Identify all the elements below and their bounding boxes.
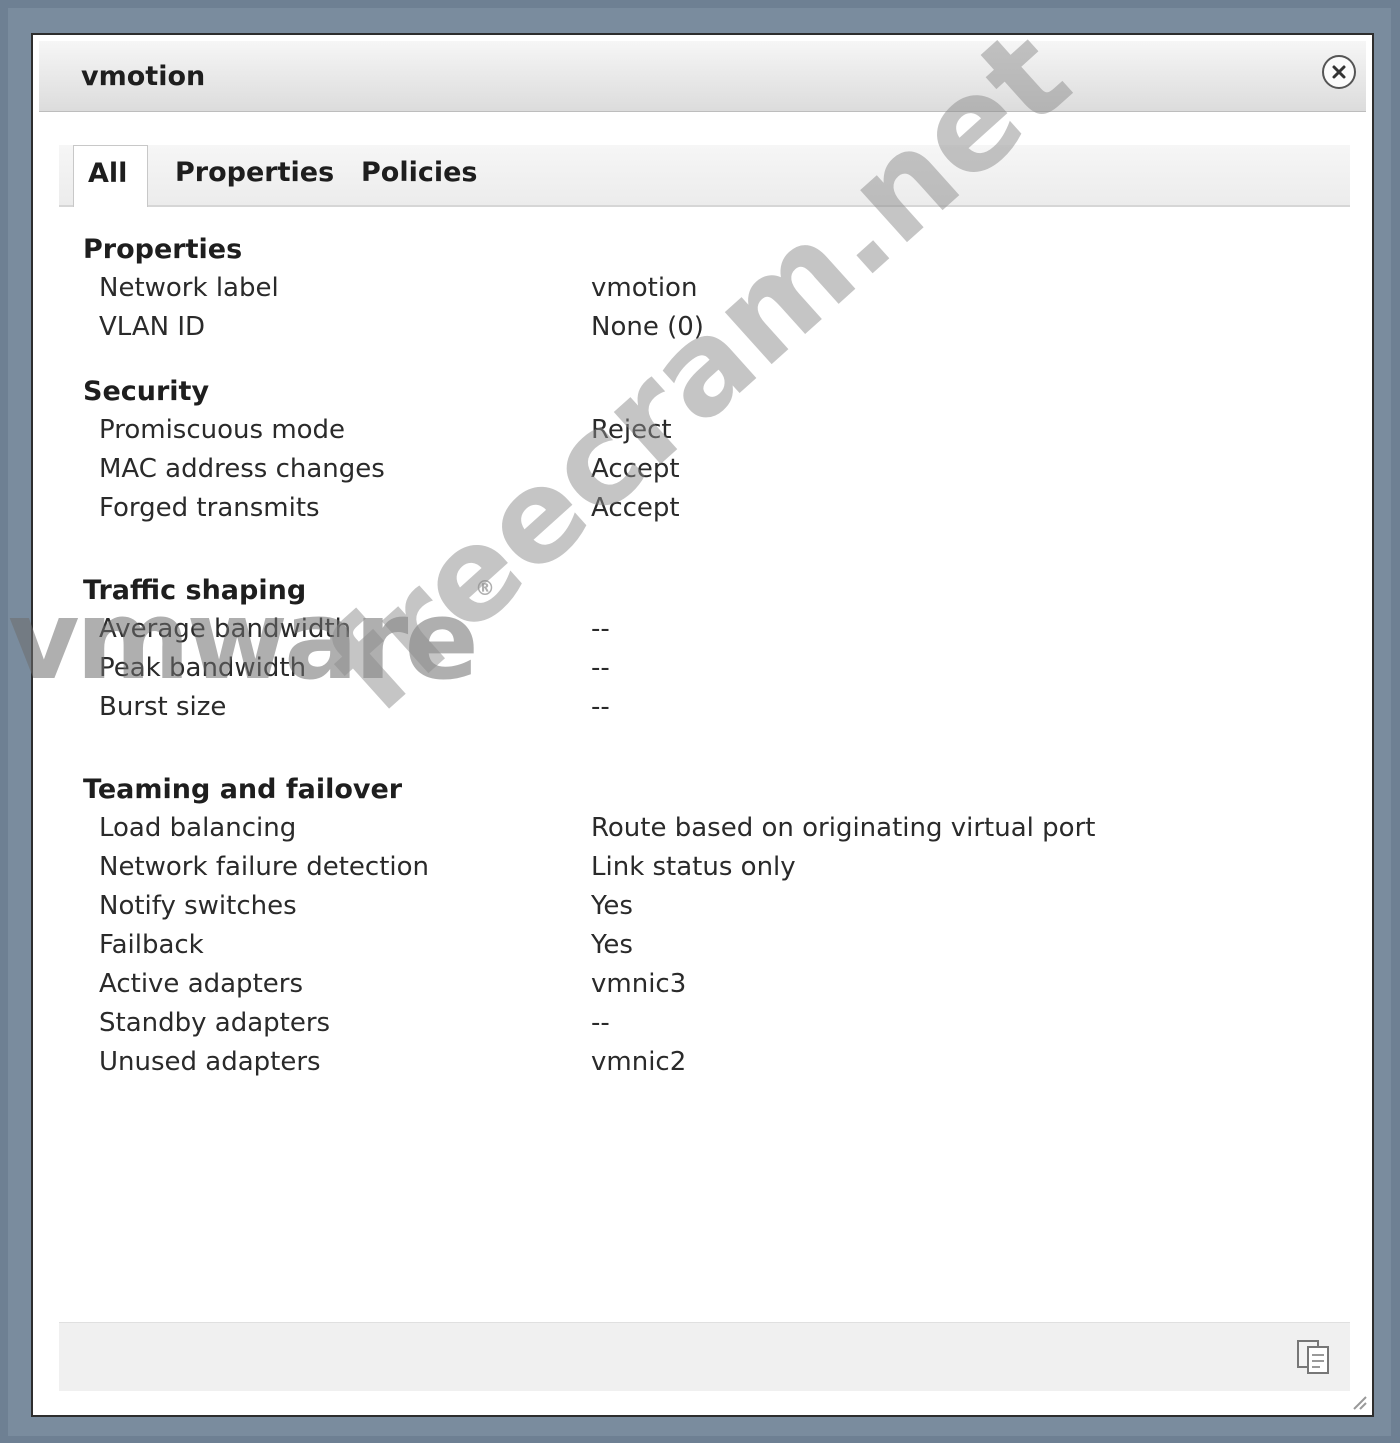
list-item: Burst size -- — [83, 688, 1283, 727]
list-item: Active adapters vmnic3 — [83, 965, 1283, 1004]
row-value: vmnic2 — [591, 1047, 687, 1077]
list-item: Network failure detection Link status on… — [83, 848, 1283, 887]
list-item: Unused adapters vmnic2 — [83, 1043, 1283, 1082]
dialog-footer — [59, 1322, 1350, 1391]
tab-policies-label: Policies — [361, 157, 478, 188]
list-item: Average bandwidth -- — [83, 610, 1283, 649]
list-item: Standby adapters -- — [83, 1004, 1283, 1043]
list-item: Forged transmits Accept — [83, 489, 1283, 528]
row-value: Link status only — [591, 852, 796, 882]
list-item: MAC address changes Accept — [83, 450, 1283, 489]
tab-all[interactable]: All — [73, 145, 149, 207]
section-teaming-failover: Teaming and failover Load balancing Rout… — [83, 771, 1283, 1082]
row-label: Load balancing — [99, 813, 297, 843]
list-item: Notify switches Yes — [83, 887, 1283, 926]
row-label: Average bandwidth — [99, 614, 352, 644]
list-item: Failback Yes — [83, 926, 1283, 965]
row-label: Standby adapters — [99, 1008, 331, 1038]
list-item: Load balancing Route based on originatin… — [83, 809, 1283, 848]
row-label: Notify switches — [99, 891, 297, 921]
dialog-titlebar: vmotion — [39, 41, 1366, 112]
list-item: Network label vmotion — [83, 269, 1283, 308]
row-label: Active adapters — [99, 969, 303, 999]
row-label: Forged transmits — [99, 493, 320, 523]
row-value: -- — [591, 653, 610, 683]
copy-icon — [1297, 1340, 1329, 1374]
row-value: -- — [591, 1008, 610, 1038]
row-value: Yes — [591, 930, 633, 960]
section-title: Traffic shaping — [83, 575, 307, 606]
resize-grip-icon — [1353, 1396, 1367, 1410]
list-item: Promiscuous mode Reject — [83, 411, 1283, 450]
tab-properties-label: Properties — [175, 157, 335, 188]
section-title: Teaming and failover — [83, 774, 403, 805]
tab-policies[interactable]: Policies — [361, 157, 478, 188]
row-label: Network failure detection — [99, 852, 430, 882]
row-value: Route based on originating virtual port — [591, 813, 1096, 843]
row-value: None (0) — [591, 312, 704, 342]
section-traffic-shaping: Traffic shaping Average bandwidth -- Pea… — [83, 572, 1283, 727]
list-item: Peak bandwidth -- — [83, 649, 1283, 688]
copy-button[interactable] — [1294, 1337, 1334, 1377]
section-security: Security Promiscuous mode Reject MAC add… — [83, 373, 1283, 528]
row-value: Reject — [591, 415, 672, 445]
row-label: Failback — [99, 930, 204, 960]
row-label: Peak bandwidth — [99, 653, 307, 683]
resize-grip[interactable] — [1350, 1393, 1368, 1411]
dialog-title: vmotion — [81, 61, 206, 92]
row-label: Promiscuous mode — [99, 415, 346, 445]
row-label: VLAN ID — [99, 312, 206, 342]
row-value: -- — [591, 692, 610, 722]
details-content: Properties Network label vmotion VLAN ID… — [83, 231, 1283, 1082]
row-label: Unused adapters — [99, 1047, 321, 1077]
row-value: Accept — [591, 454, 680, 484]
section-title: Security — [83, 376, 210, 407]
close-button[interactable] — [1322, 55, 1356, 89]
section-title: Properties — [83, 234, 243, 265]
row-value: -- — [591, 614, 610, 644]
row-value: vmnic3 — [591, 969, 687, 999]
row-value: Accept — [591, 493, 680, 523]
list-item: VLAN ID None (0) — [83, 308, 1283, 347]
network-details-dialog: vmotion All Properties Policies Properti… — [31, 33, 1374, 1417]
section-properties: Properties Network label vmotion VLAN ID… — [83, 231, 1283, 347]
tab-properties[interactable]: Properties — [175, 157, 334, 188]
row-value: Yes — [591, 891, 633, 921]
close-icon — [1332, 65, 1346, 79]
row-label: Network label — [99, 273, 279, 303]
tab-strip: All Properties Policies — [59, 145, 1350, 207]
row-label: Burst size — [99, 692, 227, 722]
row-value: vmotion — [591, 273, 698, 303]
tab-all-label: All — [88, 158, 128, 189]
row-label: MAC address changes — [99, 454, 385, 484]
